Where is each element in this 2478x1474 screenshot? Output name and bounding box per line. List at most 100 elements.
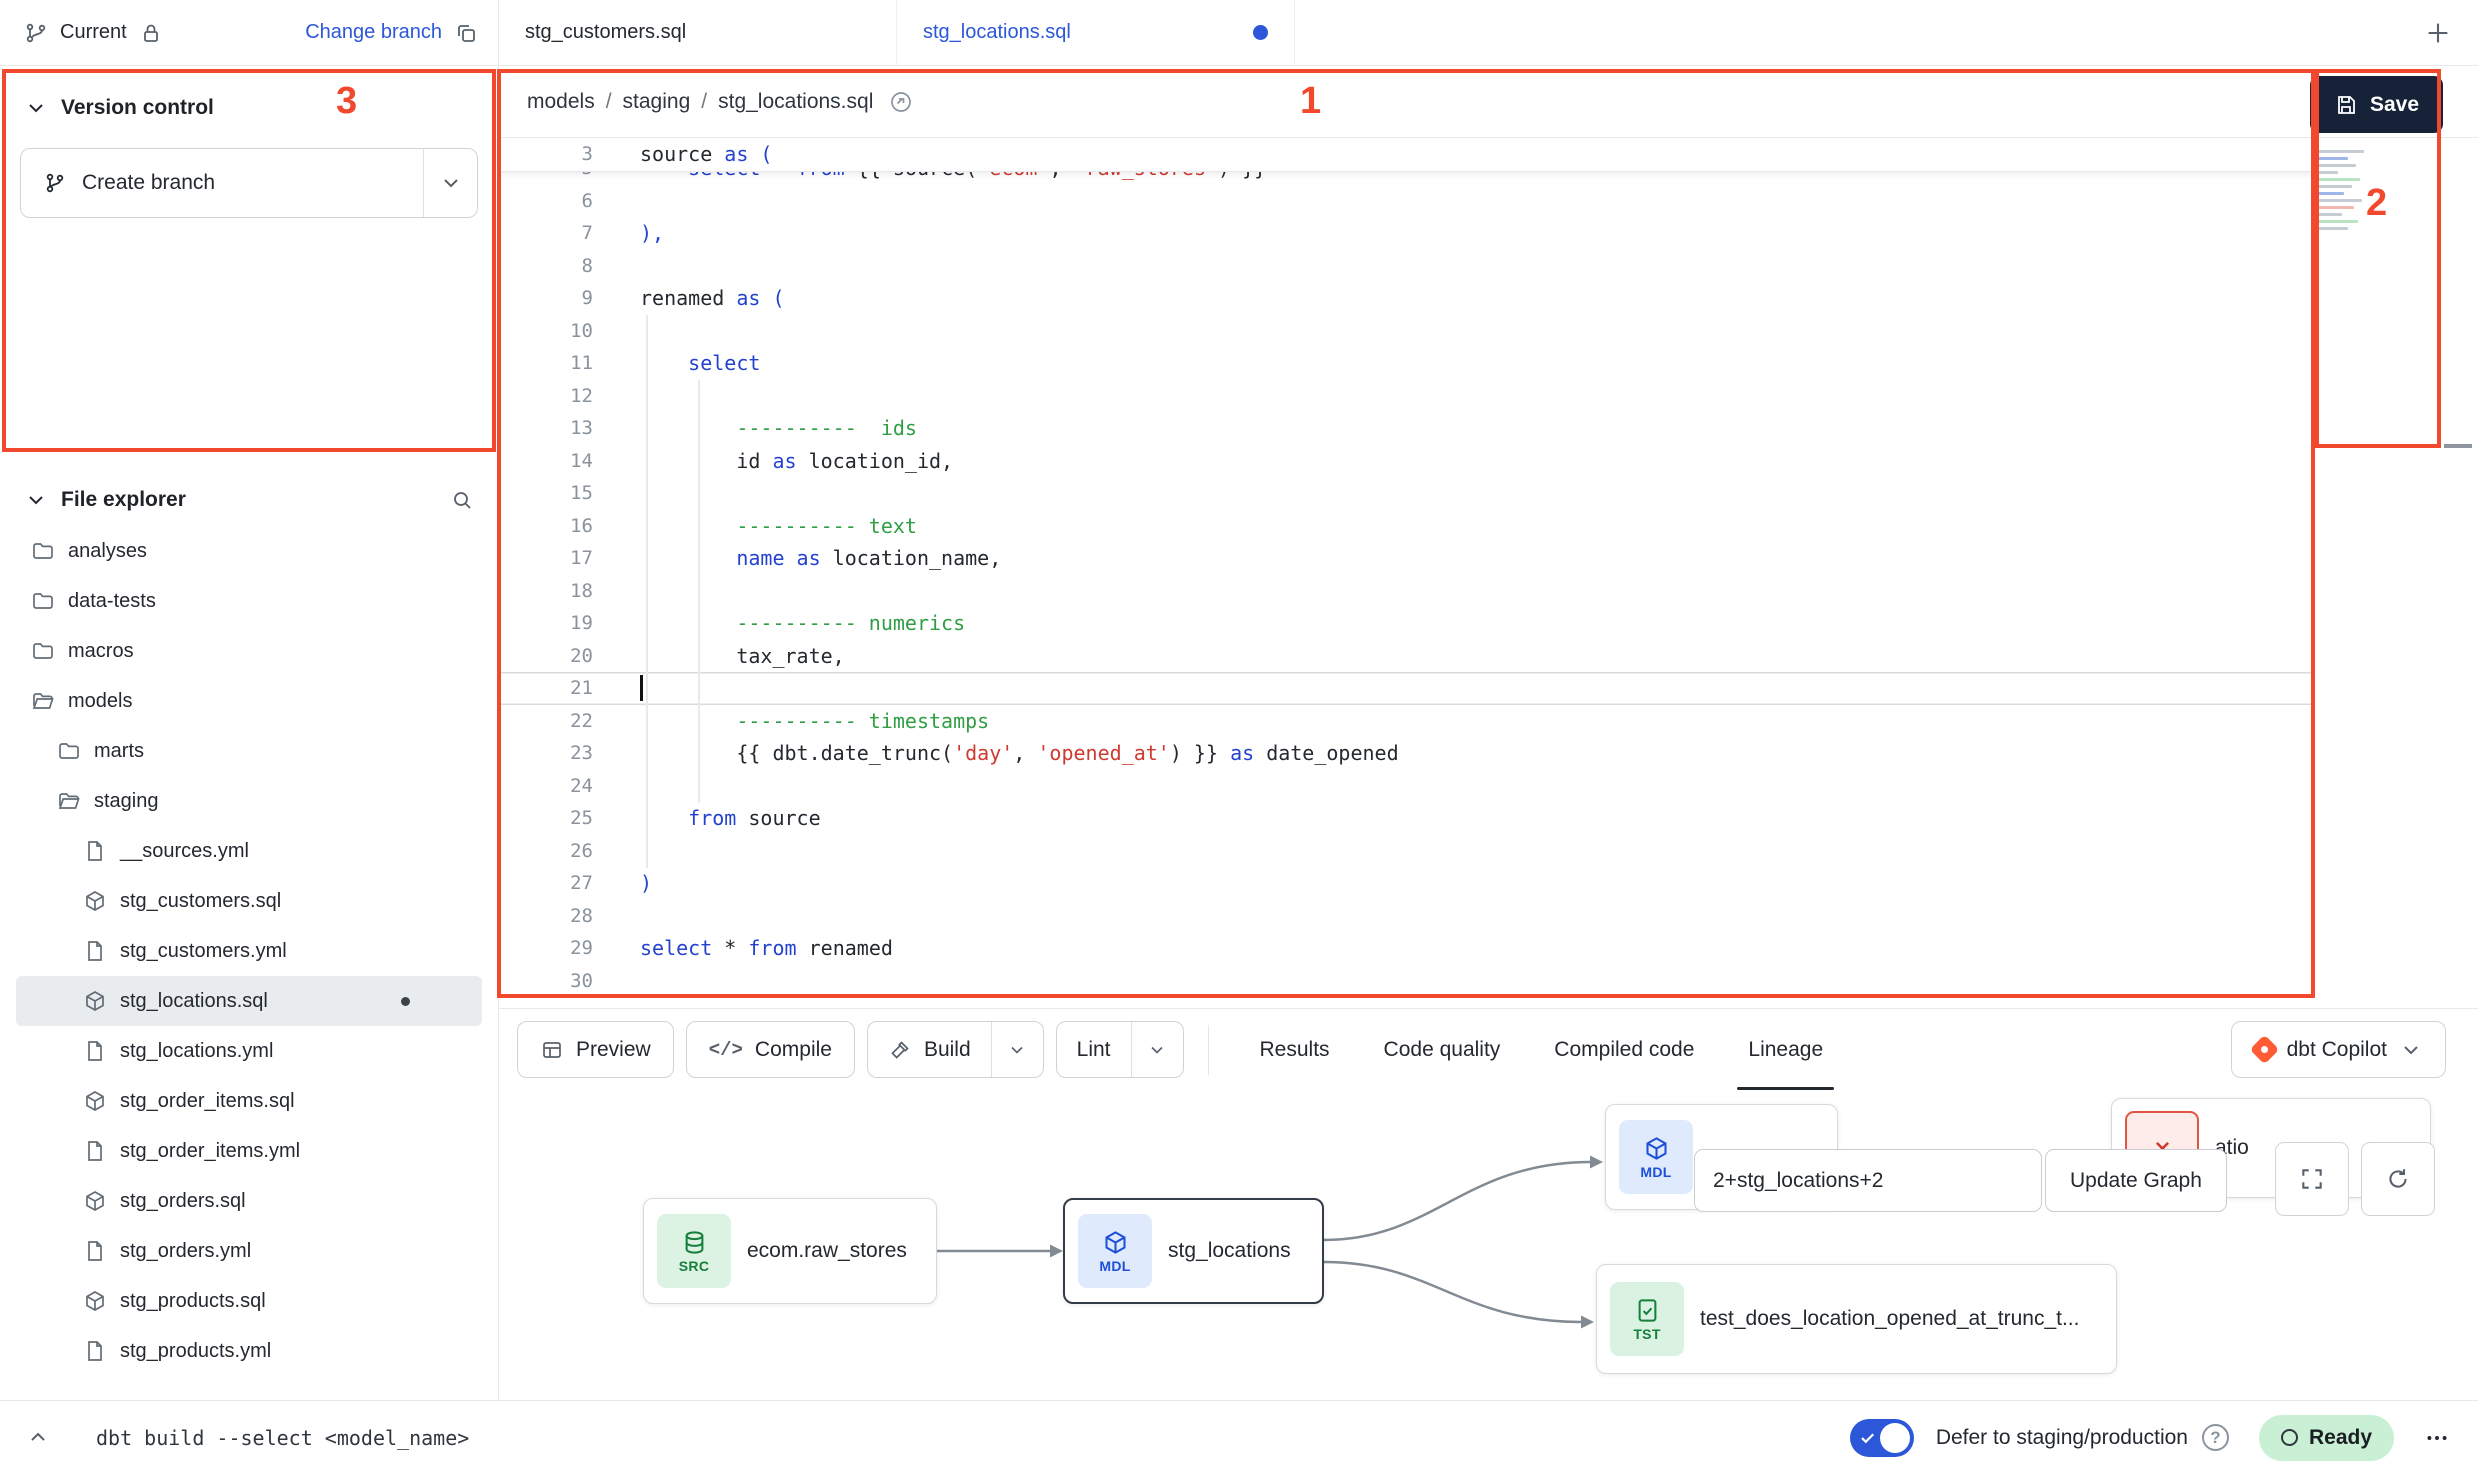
cli-command[interactable]: dbt build --select <model_name> bbox=[96, 1426, 469, 1450]
tab-code-quality[interactable]: Code quality bbox=[1357, 1009, 1528, 1090]
file-stg_orders.yml[interactable]: stg_orders.yml bbox=[16, 1226, 482, 1276]
file-stg_products.sql[interactable]: stg_products.sql bbox=[16, 1276, 482, 1326]
line-number: 6 bbox=[499, 185, 593, 218]
code-text: select * from {{ source('ecom', 'raw_sto… bbox=[593, 172, 2313, 185]
file-marts[interactable]: marts bbox=[16, 726, 482, 776]
code-line-13[interactable]: 13 ---------- ids bbox=[499, 412, 2313, 445]
code-line-8[interactable]: 8 bbox=[499, 250, 2313, 283]
file-label: stg_orders.sql bbox=[120, 1190, 246, 1213]
code-line-20[interactable]: 20 tax_rate, bbox=[499, 640, 2313, 673]
code-line-12[interactable]: 12 bbox=[499, 380, 2313, 413]
code-line-6[interactable]: 6 bbox=[499, 185, 2313, 218]
code-line-26[interactable]: 26 bbox=[499, 835, 2313, 868]
code-text: {{ dbt.date_trunc('day', 'opened_at') }}… bbox=[593, 737, 2313, 770]
code-line-28[interactable]: 28 bbox=[499, 900, 2313, 933]
breadcrumb: models/staging/stg_locations.sql bbox=[499, 66, 2478, 138]
file-explorer-header[interactable]: File explorer bbox=[0, 466, 498, 526]
lineage-node-ecom.raw_stores[interactable]: SRCecom.raw_stores bbox=[643, 1198, 937, 1304]
compile-button[interactable]: </> Compile bbox=[686, 1021, 855, 1078]
file-stg_orders.sql[interactable]: stg_orders.sql bbox=[16, 1176, 482, 1226]
line-number: 20 bbox=[499, 640, 593, 673]
link-icon[interactable] bbox=[889, 90, 913, 114]
tab-stg_customers.sql[interactable]: stg_customers.sql bbox=[499, 0, 897, 65]
yml-file-icon bbox=[83, 1139, 107, 1163]
code-line-3[interactable]: 3source as ( bbox=[499, 138, 2313, 171]
search-icon[interactable] bbox=[450, 488, 474, 512]
preview-button[interactable]: Preview bbox=[517, 1021, 674, 1078]
code-line-5[interactable]: 5 select * from {{ source('ecom', 'raw_s… bbox=[499, 172, 2313, 185]
lineage-selector-input[interactable] bbox=[1694, 1149, 2042, 1212]
new-tab-button[interactable] bbox=[2424, 19, 2452, 47]
file-stg_products.yml[interactable]: stg_products.yml bbox=[16, 1326, 482, 1376]
code-line-10[interactable]: 10 bbox=[499, 315, 2313, 348]
update-graph-button[interactable]: Update Graph bbox=[2045, 1149, 2227, 1212]
minimap-line bbox=[2318, 185, 2352, 188]
build-menu-button[interactable] bbox=[991, 1022, 1043, 1077]
tab-results[interactable]: Results bbox=[1233, 1009, 1357, 1090]
change-branch-link[interactable]: Change branch bbox=[305, 21, 442, 44]
code-text bbox=[593, 315, 2313, 348]
tab-compiled-code[interactable]: Compiled code bbox=[1527, 1009, 1721, 1090]
code-line-9[interactable]: 9renamed as ( bbox=[499, 282, 2313, 315]
create-branch-menu-button[interactable] bbox=[423, 149, 477, 217]
copy-icon[interactable] bbox=[454, 21, 478, 45]
create-branch-button[interactable]: Create branch bbox=[20, 148, 478, 218]
line-number: 25 bbox=[499, 802, 593, 835]
code-line-15[interactable]: 15 bbox=[499, 477, 2313, 510]
file-data-tests[interactable]: data-tests bbox=[16, 576, 482, 626]
clipped-line[interactable]: 5 select * from {{ source('ecom', 'raw_s… bbox=[499, 172, 2313, 185]
code-line-16[interactable]: 16 ---------- text bbox=[499, 510, 2313, 543]
version-control-header[interactable]: Version control bbox=[0, 66, 498, 120]
file-analyses[interactable]: analyses bbox=[16, 526, 482, 576]
help-icon[interactable] bbox=[2202, 1424, 2229, 1451]
fullscreen-button[interactable] bbox=[2275, 1142, 2349, 1216]
yml-file-icon bbox=[83, 1339, 107, 1363]
refresh-button[interactable] bbox=[2361, 1142, 2435, 1216]
code-line-25[interactable]: 25 from source bbox=[499, 802, 2313, 835]
file-stg_locations.yml[interactable]: stg_locations.yml bbox=[16, 1026, 482, 1076]
code-line-30[interactable]: 30 bbox=[499, 965, 2313, 998]
code-line-21[interactable]: 21 bbox=[499, 672, 2313, 705]
code-line-17[interactable]: 17 name as location_name, bbox=[499, 542, 2313, 575]
tab-label: stg_locations.sql bbox=[923, 21, 1071, 44]
lint-button-group: Lint bbox=[1056, 1021, 1184, 1078]
tab-lineage[interactable]: Lineage bbox=[1721, 1009, 1850, 1090]
code-line-18[interactable]: 18 bbox=[499, 575, 2313, 608]
code-line-29[interactable]: 29select * from renamed bbox=[499, 932, 2313, 965]
more-options-button[interactable] bbox=[2420, 1421, 2454, 1455]
file-stg_customers.yml[interactable]: stg_customers.yml bbox=[16, 926, 482, 976]
code-line-27[interactable]: 27) bbox=[499, 867, 2313, 900]
sticky-scroll-line[interactable]: 3source as ( bbox=[499, 138, 2313, 172]
lint-menu-button[interactable] bbox=[1131, 1022, 1183, 1077]
tab-stg_locations.sql[interactable]: stg_locations.sql bbox=[897, 0, 1295, 65]
file-stg_locations.sql[interactable]: stg_locations.sql bbox=[16, 976, 482, 1026]
save-button[interactable]: Save bbox=[2310, 76, 2443, 133]
lint-button[interactable]: Lint bbox=[1057, 1022, 1131, 1077]
code-line-14[interactable]: 14 id as location_id, bbox=[499, 445, 2313, 478]
file-stg_order_items.yml[interactable]: stg_order_items.yml bbox=[16, 1126, 482, 1176]
dbt-copilot-button[interactable]: dbt Copilot bbox=[2231, 1021, 2446, 1078]
code-line-19[interactable]: 19 ---------- numerics bbox=[499, 607, 2313, 640]
defer-toggle[interactable] bbox=[1850, 1419, 1914, 1457]
file-stg_customers.sql[interactable]: stg_customers.sql bbox=[16, 876, 482, 926]
code-line-22[interactable]: 22 ---------- timestamps bbox=[499, 705, 2313, 738]
collapse-panel-button[interactable] bbox=[20, 1420, 56, 1456]
file-__sources.yml[interactable]: __sources.yml bbox=[16, 826, 482, 876]
file-stg_order_items.sql[interactable]: stg_order_items.sql bbox=[16, 1076, 482, 1126]
lineage-panel: SRCecom.raw_storesMDLstg_locationsMDLati… bbox=[499, 1090, 2478, 1400]
lineage-node-stg_locations[interactable]: MDLstg_locations bbox=[1063, 1198, 1324, 1304]
code-editor[interactable]: 3source as ( 5 select * from {{ source('… bbox=[499, 138, 2313, 1008]
lineage-node-test_does_location_opened_at_trunc_t...[interactable]: TSTtest_does_location_opened_at_trunc_t.… bbox=[1596, 1264, 2117, 1374]
file-macros[interactable]: macros bbox=[16, 626, 482, 676]
build-button[interactable]: Build bbox=[868, 1022, 991, 1077]
code-line-24[interactable]: 24 bbox=[499, 770, 2313, 803]
code-text: tax_rate, bbox=[593, 640, 2313, 673]
panel-resize-handle[interactable] bbox=[2444, 444, 2472, 448]
code-line-23[interactable]: 23 {{ dbt.date_trunc('day', 'opened_at')… bbox=[499, 737, 2313, 770]
dbt-ide-app: Current Change branch stg_customers.sqls… bbox=[0, 0, 2478, 1474]
file-models[interactable]: models bbox=[16, 676, 482, 726]
toolbar-divider bbox=[1208, 1025, 1209, 1075]
file-staging[interactable]: staging bbox=[16, 776, 482, 826]
code-line-7[interactable]: 7), bbox=[499, 217, 2313, 250]
code-line-11[interactable]: 11 select bbox=[499, 347, 2313, 380]
